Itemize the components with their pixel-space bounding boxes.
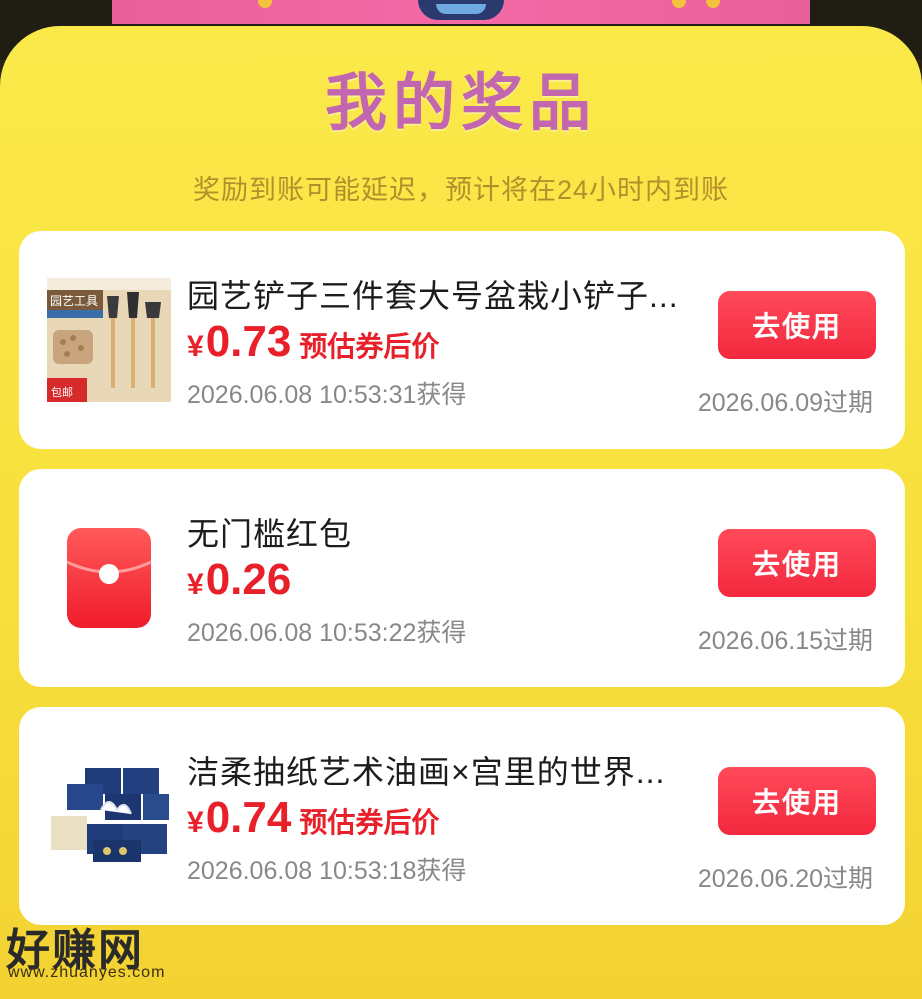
currency-symbol: ¥: [187, 568, 204, 601]
prize-price: 0.26: [205, 555, 292, 604]
page-subtitle: 奖励到账可能延迟，预计将在24小时内到账: [192, 175, 730, 205]
thumb-label-shipping: 包邮: [51, 386, 73, 399]
prize-card: 无门槛红包 ¥0.26 2026.06.08 10:53:22获得 去使用 20…: [19, 469, 905, 687]
banner-decoration: [258, 0, 272, 8]
prize-name: 园艺铲子三件套大号盆栽小铲子...: [187, 278, 679, 314]
tissue-pack-thumbnail: [47, 754, 171, 878]
banner-decoration: [706, 0, 720, 8]
price-row: ¥0.26: [187, 555, 291, 605]
obtained-time: 2026.06.08 10:53:22获得: [187, 619, 467, 647]
expire-date: 2026.06.20过期: [697, 865, 873, 893]
price-row: ¥0.73 预估券后价: [187, 317, 439, 367]
expire-date: 2026.06.15过期: [697, 627, 873, 655]
use-button[interactable]: 去使用: [718, 767, 876, 835]
prize-price: 0.73: [205, 317, 292, 366]
watermark-url: www.zhuanyes.com: [8, 964, 166, 981]
currency-symbol: ¥: [187, 806, 204, 839]
thumb-label-tools: 园艺工具: [50, 294, 98, 308]
banner-decoration: [672, 0, 686, 8]
currency-symbol: ¥: [187, 330, 204, 363]
expire-date: 2026.06.09过期: [697, 389, 873, 417]
prize-card: 洁柔抽纸艺术油画×宫里的世界... ¥0.74 预估券后价 2026.06.08 …: [19, 707, 905, 925]
obtained-time: 2026.06.08 10:53:31获得: [187, 381, 467, 409]
prize-price: 0.74: [205, 793, 292, 842]
mascot-image: [418, 0, 504, 20]
price-note: 预估券后价: [299, 807, 440, 838]
use-button[interactable]: 去使用: [718, 291, 876, 359]
page-title: 我的奖品: [324, 69, 597, 138]
prize-name: 无门槛红包: [187, 516, 353, 552]
red-envelope-icon: [47, 516, 171, 640]
garden-tools-thumbnail: 园艺工具 包邮: [47, 278, 171, 402]
prize-name: 洁柔抽纸艺术油画×宫里的世界...: [187, 754, 666, 790]
obtained-time: 2026.06.08 10:53:18获得: [187, 857, 467, 885]
price-note: 预估券后价: [299, 331, 440, 362]
prize-card: 园艺工具 包邮 园艺铲子三件套大号盆栽小铲子... ¥0.73 预估券后价 202…: [19, 231, 905, 449]
price-row: ¥0.74 预估券后价: [187, 793, 439, 843]
use-button[interactable]: 去使用: [718, 529, 876, 597]
